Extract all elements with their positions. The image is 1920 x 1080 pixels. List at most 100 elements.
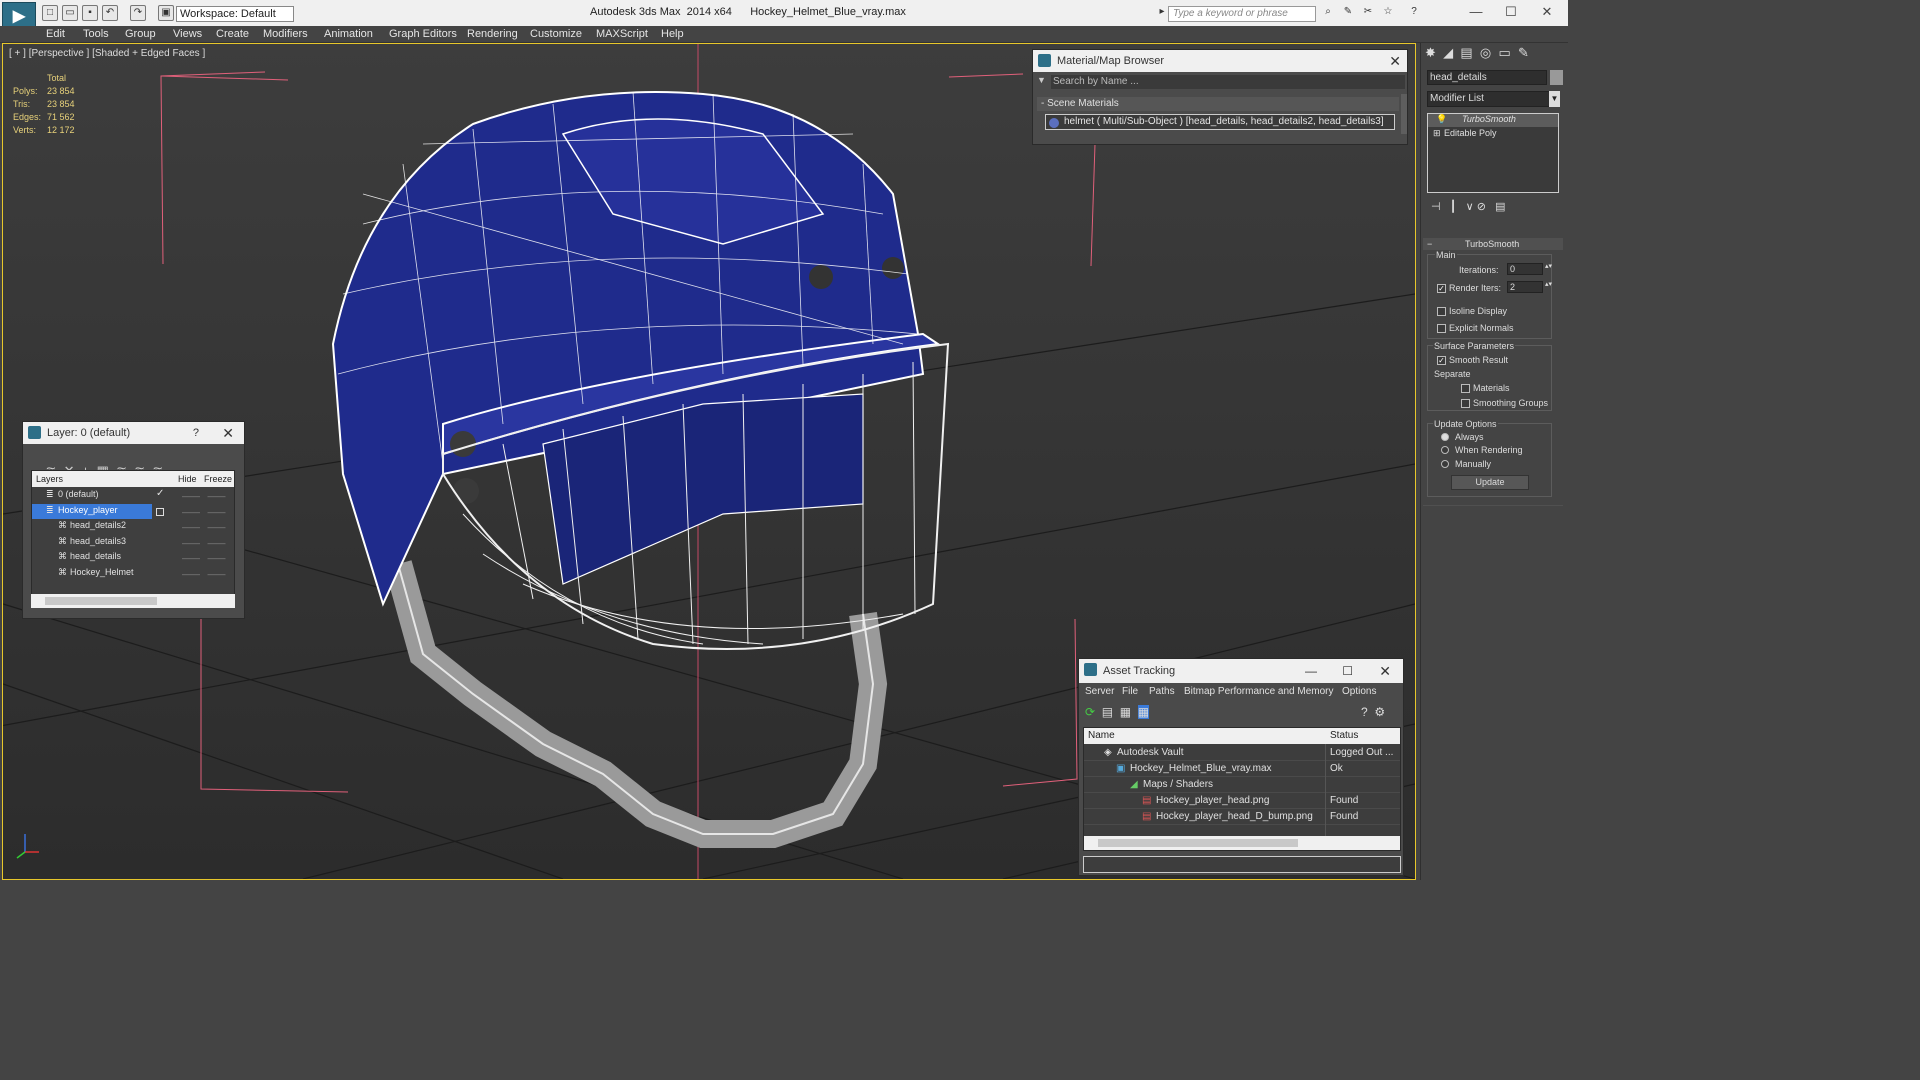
close-icon[interactable]: ✕ bbox=[1537, 4, 1557, 20]
helmet-material-item[interactable]: helmet ( Multi/Sub-Object ) [head_detail… bbox=[1045, 114, 1395, 130]
asset-horizontal-scrollbar[interactable] bbox=[1084, 836, 1400, 850]
current-layer-check-icon[interactable]: ✓ bbox=[156, 488, 164, 499]
name-column-header[interactable]: Name bbox=[1088, 728, 1115, 744]
close-icon[interactable]: ✕ bbox=[1389, 50, 1401, 72]
when-rendering-radio[interactable] bbox=[1441, 446, 1449, 454]
scene-materials-header[interactable]: - Scene Materials bbox=[1037, 97, 1399, 111]
maximize-icon[interactable]: ☐ bbox=[1342, 659, 1353, 683]
expand-icon[interactable]: ⊞ bbox=[1433, 128, 1441, 139]
menu-group[interactable]: Group bbox=[125, 28, 156, 40]
layer-object-row[interactable]: ⌘ head_details3 bbox=[58, 536, 168, 550]
refresh-icon[interactable]: ⟳ bbox=[1085, 705, 1095, 719]
undo-icon[interactable]: ↶ bbox=[102, 5, 118, 21]
save-icon[interactable]: ▪ bbox=[82, 5, 98, 21]
menu-help[interactable]: Help bbox=[661, 28, 684, 40]
status-column-header[interactable]: Status bbox=[1330, 728, 1358, 744]
material-browser-title[interactable]: Material/Map Browser ✕ bbox=[1033, 50, 1407, 72]
settings-icon[interactable]: ⚙ bbox=[1374, 705, 1385, 719]
render-iters-checkbox[interactable]: ✓ bbox=[1437, 284, 1446, 293]
asset-row[interactable]: ◈ Autodesk Vault Logged Out ... bbox=[1084, 746, 1400, 761]
scrollbar-thumb[interactable] bbox=[1098, 839, 1298, 847]
object-color-swatch[interactable] bbox=[1550, 70, 1563, 85]
layer-object-row[interactable]: ⌘ Hockey_Helmet bbox=[58, 567, 168, 581]
layers-column-header[interactable]: Layers bbox=[36, 471, 63, 487]
turbosmooth-rollout-header[interactable]: − TurboSmooth bbox=[1423, 238, 1563, 250]
menu-maxscript[interactable]: MAXScript bbox=[596, 28, 648, 40]
layer-panel-title[interactable]: Layer: 0 (default) ? ✕ bbox=[23, 422, 244, 444]
keyword-search-input[interactable]: Type a keyword or phrase bbox=[1168, 6, 1316, 22]
iterations-spinner[interactable]: 0 bbox=[1507, 263, 1543, 275]
new-file-icon[interactable]: □ bbox=[42, 5, 58, 21]
lightbulb-icon[interactable]: 💡 bbox=[1436, 114, 1447, 125]
project-folder-icon[interactable]: ▣ bbox=[158, 5, 174, 21]
hide-freeze-toggles[interactable]: —— —— —— —— —— —— —— —— —— —— —— —— bbox=[182, 489, 232, 585]
layer-object-row[interactable]: ⌘ head_details2 bbox=[58, 520, 168, 534]
menu-rendering[interactable]: Rendering bbox=[467, 28, 518, 40]
table-view-icon[interactable]: ▦ bbox=[1120, 705, 1131, 719]
smoothing-groups-checkbox[interactable] bbox=[1461, 399, 1470, 408]
modifier-list-dropdown[interactable]: Modifier List bbox=[1427, 91, 1560, 107]
maximize-icon[interactable]: ☐ bbox=[1501, 4, 1521, 20]
motion-tab-icon[interactable]: ◎ bbox=[1480, 45, 1491, 60]
scrollbar-thumb[interactable] bbox=[45, 597, 157, 605]
menu-animation[interactable]: Animation bbox=[324, 28, 373, 40]
stack-item-turbosmooth[interactable]: 💡 TurboSmooth bbox=[1428, 114, 1558, 127]
explicit-normals-checkbox[interactable] bbox=[1437, 324, 1446, 333]
object-name-field[interactable]: head_details bbox=[1427, 70, 1547, 85]
favorites-star-icon[interactable]: ☆ bbox=[1380, 5, 1396, 21]
layer-object-row[interactable]: ⌘ head_details bbox=[58, 551, 168, 565]
asset-row[interactable]: ▤ Hockey_player_head_D_bump.png Found bbox=[1084, 810, 1400, 825]
collapse-icon[interactable]: − bbox=[1427, 238, 1432, 250]
materials-checkbox[interactable] bbox=[1461, 384, 1470, 393]
help-icon[interactable]: ? bbox=[1361, 705, 1368, 719]
layer-row-selected[interactable]: ≣ Hockey_player bbox=[32, 504, 152, 519]
manually-radio[interactable] bbox=[1441, 460, 1449, 468]
smooth-result-checkbox[interactable]: ✓ bbox=[1437, 356, 1446, 365]
layer-row[interactable]: ≣ 0 (default) bbox=[46, 489, 156, 503]
help-button[interactable]: ? bbox=[193, 422, 199, 444]
layer-horizontal-scrollbar[interactable] bbox=[31, 594, 235, 608]
menu-modifiers[interactable]: Modifiers bbox=[263, 28, 308, 40]
make-unique-icon[interactable]: ∨ bbox=[1466, 201, 1474, 213]
freeze-column-header[interactable]: Freeze bbox=[204, 471, 232, 487]
search-dropdown-icon[interactable]: ▼ bbox=[1037, 75, 1047, 87]
utilities-tab-icon[interactable]: ✎ bbox=[1518, 45, 1529, 60]
asset-row[interactable]: ▤ Hockey_player_head.png Found bbox=[1084, 794, 1400, 809]
show-end-result-icon[interactable]: ┃ bbox=[1450, 201, 1457, 213]
pin-stack-icon[interactable]: ⊣ bbox=[1431, 201, 1441, 213]
redo-icon[interactable]: ↷ bbox=[130, 5, 146, 21]
asset-row[interactable]: ◢ Maps / Shaders bbox=[1084, 778, 1400, 793]
always-radio[interactable] bbox=[1441, 433, 1449, 441]
binoculars-icon[interactable]: ⌕ bbox=[1320, 5, 1336, 21]
minimize-icon[interactable]: — bbox=[1305, 659, 1317, 683]
workspace-dropdown[interactable]: Workspace: Default bbox=[176, 6, 294, 22]
search-expand-icon[interactable]: ▸ bbox=[1158, 5, 1166, 21]
create-tab-icon[interactable]: ✸ bbox=[1425, 45, 1436, 60]
close-icon[interactable]: ✕ bbox=[1379, 659, 1391, 683]
configure-sets-icon[interactable]: ▤ bbox=[1495, 201, 1505, 213]
menu-create[interactable]: Create bbox=[216, 28, 249, 40]
set-current-layer-box[interactable] bbox=[156, 508, 164, 516]
grid-view-icon[interactable]: ▦ bbox=[1137, 705, 1150, 719]
asset-tracking-title[interactable]: Asset Tracking — ☐ ✕ bbox=[1079, 659, 1403, 683]
menu-views[interactable]: Views bbox=[173, 28, 202, 40]
menu-bitmap-performance[interactable]: Bitmap Performance and Memory bbox=[1184, 686, 1334, 697]
modify-tab-icon[interactable]: ◢ bbox=[1443, 45, 1453, 60]
minimize-icon[interactable]: — bbox=[1466, 4, 1486, 20]
spinner-arrows-icon[interactable]: ▴▾ bbox=[1545, 262, 1552, 270]
menu-customize[interactable]: Customize bbox=[530, 28, 582, 40]
communication-icon[interactable]: ✎ bbox=[1340, 5, 1356, 21]
spinner-arrows-icon[interactable]: ▴▾ bbox=[1545, 280, 1552, 288]
open-file-icon[interactable]: ▭ bbox=[62, 5, 78, 21]
isoline-checkbox[interactable] bbox=[1437, 307, 1446, 316]
stack-item-editable-poly[interactable]: ⊞ Editable Poly bbox=[1428, 128, 1558, 141]
material-search-input[interactable]: Search by Name ... bbox=[1051, 75, 1405, 89]
render-iters-spinner[interactable]: 2 bbox=[1507, 281, 1543, 293]
material-scrollbar[interactable] bbox=[1401, 94, 1407, 134]
menu-edit[interactable]: Edit bbox=[46, 28, 65, 40]
close-icon[interactable]: ✕ bbox=[222, 422, 234, 444]
remove-modifier-icon[interactable]: ⊘ bbox=[1477, 201, 1486, 213]
asset-path-field[interactable] bbox=[1083, 856, 1401, 873]
viewport-label[interactable]: [ + ] [Perspective ] [Shaded + Edged Fac… bbox=[9, 48, 205, 59]
asset-row[interactable]: ▣ Hockey_Helmet_Blue_vray.max Ok bbox=[1084, 762, 1400, 777]
